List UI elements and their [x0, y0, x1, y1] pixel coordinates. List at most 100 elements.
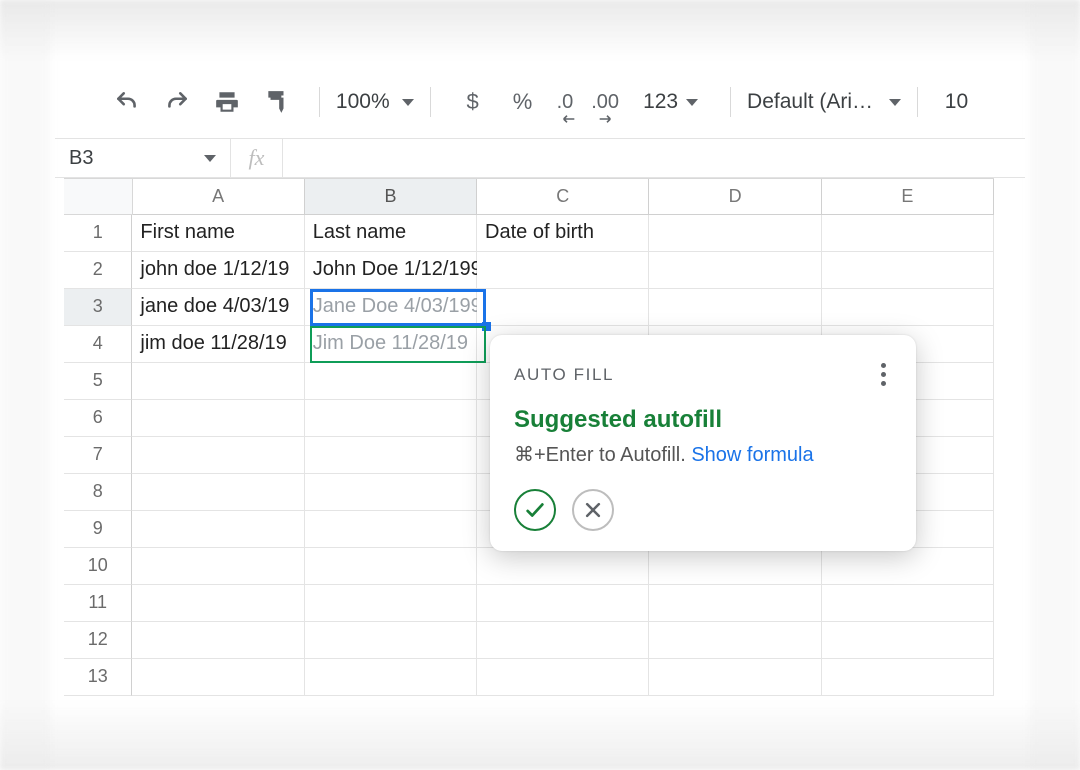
- paint-format-button[interactable]: [261, 86, 293, 118]
- redo-button[interactable]: [161, 86, 193, 118]
- separator: [430, 87, 431, 117]
- row-header[interactable]: 7: [64, 437, 132, 474]
- row-header[interactable]: 9: [64, 511, 132, 548]
- cell-D1[interactable]: [649, 215, 821, 252]
- cell-D11[interactable]: [649, 585, 821, 622]
- cell-E2[interactable]: [822, 252, 994, 289]
- cell-A1[interactable]: First name: [132, 215, 304, 252]
- row-header[interactable]: 12: [64, 622, 132, 659]
- cell-B4[interactable]: Jim Doe 11/28/19: [305, 326, 477, 363]
- chevron-down-icon: [204, 155, 216, 162]
- cell-B8[interactable]: [305, 474, 477, 511]
- cell-C1[interactable]: Date of birth: [477, 215, 649, 252]
- formula-input[interactable]: [283, 139, 1025, 177]
- cell-C13[interactable]: [477, 659, 649, 696]
- cell-A10[interactable]: [132, 548, 304, 585]
- row-header[interactable]: 3: [64, 289, 132, 326]
- cell-E13[interactable]: [822, 659, 994, 696]
- row-header[interactable]: 5: [64, 363, 132, 400]
- cell-B9[interactable]: [305, 511, 477, 548]
- column-header-E[interactable]: E: [822, 179, 994, 215]
- more-formats-dropdown[interactable]: 123: [637, 90, 704, 114]
- blurred-header: [0, 0, 1080, 60]
- format-currency-button[interactable]: $: [457, 86, 489, 118]
- cell-B12[interactable]: [305, 622, 477, 659]
- cell-D2[interactable]: [649, 252, 821, 289]
- cell-A11[interactable]: [132, 585, 304, 622]
- row-header[interactable]: 8: [64, 474, 132, 511]
- cell-E11[interactable]: [822, 585, 994, 622]
- cell-A8[interactable]: [132, 474, 304, 511]
- cell-A4[interactable]: jim doe 11/28/19: [132, 326, 304, 363]
- undo-button[interactable]: [111, 86, 143, 118]
- card-menu-button[interactable]: [875, 357, 892, 392]
- cell-B5[interactable]: [305, 363, 477, 400]
- column-header-D[interactable]: D: [649, 179, 821, 215]
- accept-autofill-button[interactable]: [514, 489, 556, 531]
- cell-C12[interactable]: [477, 622, 649, 659]
- row-header[interactable]: 13: [64, 659, 132, 696]
- separator: [730, 87, 731, 117]
- separator: [319, 87, 320, 117]
- decrease-decimal-button[interactable]: .0: [557, 86, 574, 118]
- cell-E1[interactable]: [822, 215, 994, 252]
- separator: [917, 87, 918, 117]
- chevron-down-icon: [686, 99, 698, 106]
- font-family-dropdown[interactable]: Default (Ari…: [741, 90, 907, 114]
- select-all-corner[interactable]: [64, 179, 133, 215]
- cell-D3[interactable]: [649, 289, 821, 326]
- column-header-A[interactable]: A: [133, 179, 305, 215]
- column-headers: ABCDE: [64, 179, 994, 215]
- cell-D13[interactable]: [649, 659, 821, 696]
- font-size-input[interactable]: 10: [928, 90, 985, 114]
- cell-A5[interactable]: [132, 363, 304, 400]
- cell-B10[interactable]: [305, 548, 477, 585]
- column-header-C[interactable]: C: [477, 179, 649, 215]
- row-header[interactable]: 1: [64, 215, 132, 252]
- cell-E12[interactable]: [822, 622, 994, 659]
- cell-B11[interactable]: [305, 585, 477, 622]
- cell-C10[interactable]: [477, 548, 649, 585]
- zoom-dropdown[interactable]: 100%: [330, 90, 420, 114]
- increase-decimal-button[interactable]: .00: [591, 86, 619, 118]
- font-family-value: Default (Ari…: [747, 90, 877, 114]
- row-header[interactable]: 6: [64, 400, 132, 437]
- row-header[interactable]: 2: [64, 252, 132, 289]
- show-formula-link[interactable]: Show formula: [691, 444, 813, 466]
- autofill-card: AUTO FILL Suggested autofill ⌘+Enter to …: [490, 335, 916, 551]
- name-box[interactable]: B3: [55, 139, 231, 177]
- row-header[interactable]: 4: [64, 326, 132, 363]
- format-percent-button[interactable]: %: [507, 86, 539, 118]
- cell-A3[interactable]: jane doe 4/03/19: [132, 289, 304, 326]
- row-header[interactable]: 11: [64, 585, 132, 622]
- cell-C2[interactable]: [477, 252, 649, 289]
- blurred-right: [1030, 0, 1080, 770]
- cell-B2[interactable]: John Doe 1/12/1999: [305, 252, 477, 289]
- name-box-value: B3: [69, 147, 93, 170]
- cell-A7[interactable]: [132, 437, 304, 474]
- cell-B7[interactable]: [305, 437, 477, 474]
- zoom-value: 100%: [336, 90, 390, 114]
- cell-B6[interactable]: [305, 400, 477, 437]
- cell-C11[interactable]: [477, 585, 649, 622]
- cell-A13[interactable]: [132, 659, 304, 696]
- formula-bar: B3 fx: [55, 138, 1025, 178]
- cell-E3[interactable]: [822, 289, 994, 326]
- autofill-hint: ⌘+Enter to Autofill. Show formula: [514, 442, 892, 467]
- cell-A9[interactable]: [132, 511, 304, 548]
- cell-D10[interactable]: [649, 548, 821, 585]
- cell-A6[interactable]: [132, 400, 304, 437]
- print-button[interactable]: [211, 86, 243, 118]
- cell-A12[interactable]: [132, 622, 304, 659]
- cell-B3[interactable]: Jane Doe 4/03/1991: [305, 289, 477, 326]
- cell-E10[interactable]: [822, 548, 994, 585]
- column-header-B[interactable]: B: [305, 179, 477, 215]
- cell-A2[interactable]: john doe 1/12/19: [132, 252, 304, 289]
- row-header[interactable]: 10: [64, 548, 132, 585]
- cell-B1[interactable]: Last name: [305, 215, 477, 252]
- cell-B13[interactable]: [305, 659, 477, 696]
- cell-C3[interactable]: [477, 289, 649, 326]
- autofill-title: Suggested autofill: [514, 406, 892, 434]
- cell-D12[interactable]: [649, 622, 821, 659]
- reject-autofill-button[interactable]: [572, 489, 614, 531]
